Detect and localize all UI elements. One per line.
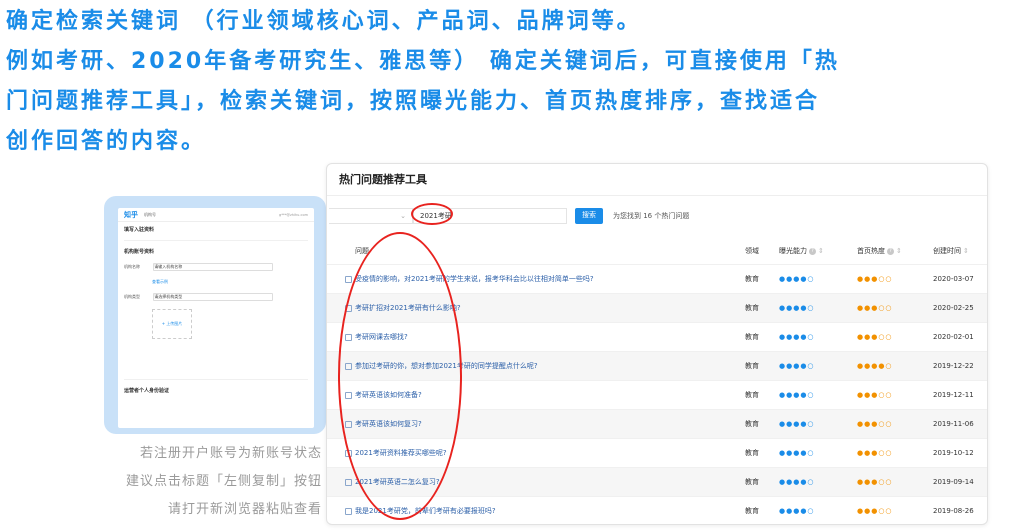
help-icon: ? — [809, 247, 816, 255]
column-heat[interactable]: 首页热度? ⇕ — [857, 240, 902, 262]
created-date: 2019-10-12 — [933, 449, 974, 457]
exposure-rating: ●●●●○ — [779, 362, 815, 370]
sort-icon: ⇕ — [818, 247, 824, 255]
intro-line: 门问题推荐工具」，检索关键词，按照曝光能力、首页热度排序，查找适合 — [6, 89, 821, 114]
domain-cell: 教育 — [745, 362, 759, 370]
heat-rating: ●●●○○ — [857, 420, 893, 428]
preview-logo: 知乎 — [124, 210, 138, 219]
created-date: 2019-12-11 — [933, 391, 974, 399]
created-date: 2019-09-14 — [933, 478, 974, 486]
search-button[interactable]: 搜索 — [575, 208, 603, 224]
preview-section: 机构账号资料 — [124, 249, 155, 255]
document-icon — [345, 507, 352, 515]
created-date: 2019-12-22 — [933, 362, 974, 370]
keyword-highlight-circle — [411, 203, 453, 225]
column-exposure[interactable]: 曝光能力? ⇕ — [779, 240, 824, 262]
created-date: 2020-02-25 — [933, 304, 974, 312]
domain-cell: 教育 — [745, 507, 759, 515]
tip-line: 若注册开户账号为新账号状态 — [139, 446, 322, 461]
preview-field-type-label: 机构类型 — [124, 294, 140, 299]
domain-cell: 教育 — [745, 420, 759, 428]
exposure-rating: ●●●●○ — [779, 420, 815, 428]
sort-icon: ⇕ — [963, 247, 969, 255]
preview-field-type-select: 请选择机构类型 — [153, 293, 274, 301]
column-domain: 领域 — [745, 247, 759, 255]
exposure-rating: ●●●●○ — [779, 333, 815, 341]
preview-field-name-input: 请输入机构名称 — [153, 263, 274, 271]
domain-select[interactable]: ⌄ — [329, 208, 413, 224]
created-date: 2020-02-01 — [933, 333, 974, 341]
tip-line: 建议点击标题「左侧复制」按钮 — [125, 474, 322, 489]
created-date: 2019-11-06 — [933, 420, 974, 428]
preview-footer: 运营者个人身份验证 — [124, 388, 170, 394]
domain-cell: 教育 — [745, 391, 759, 399]
divider — [124, 240, 308, 241]
preview-nav: 机构号 — [144, 211, 156, 217]
created-date: 2020-03-07 — [933, 275, 974, 283]
preview-field-name-label: 机构名称 — [124, 264, 140, 269]
domain-cell: 教育 — [745, 275, 759, 283]
heat-rating: ●●●○○ — [857, 333, 893, 341]
column-created[interactable]: 创建时间 ⇕ — [933, 240, 969, 262]
preview-example-link: 查看示例 — [152, 279, 168, 284]
intro-line: 确定检索关键词 （行业领域核心词、产品词、品牌词等。 — [6, 9, 642, 34]
intro-line: 例如考研、2020年备考研究生、雅思等） 确定关键词后，可直接使用「热 — [6, 49, 840, 74]
divider — [124, 379, 308, 380]
domain-cell: 教育 — [745, 333, 759, 341]
exposure-rating: ●●●●○ — [779, 391, 815, 399]
tool-title: 热门问题推荐工具 — [327, 164, 987, 196]
heat-rating: ●●●○○ — [857, 449, 893, 457]
preview-header: 知乎 机构号 g***@zhihu.com — [118, 208, 314, 222]
document-icon — [345, 275, 352, 283]
tip-line: 请打开新浏览器粘贴查看 — [167, 502, 322, 517]
sort-icon: ⇕ — [896, 247, 902, 255]
heat-rating: ●●●○○ — [857, 304, 893, 312]
question-highlight-circle — [338, 232, 462, 520]
domain-cell: 教育 — [745, 449, 759, 457]
document-icon — [345, 478, 352, 486]
exposure-rating: ●●●●○ — [779, 275, 815, 283]
preview-upload-box: + 上传图片 — [152, 309, 192, 339]
intro-line: 创作回答的内容。 — [6, 129, 207, 154]
exposure-rating: ●●●●○ — [779, 304, 815, 312]
help-icon: ? — [887, 247, 894, 255]
domain-cell: 教育 — [745, 304, 759, 312]
preview-user: g***@zhihu.com — [278, 212, 308, 217]
exposure-rating: ●●●●○ — [779, 507, 815, 515]
chevron-down-icon: ⌄ — [400, 212, 406, 220]
heat-rating: ●●●●○ — [857, 362, 893, 370]
domain-cell: 教育 — [745, 478, 759, 486]
heat-rating: ●●●○○ — [857, 275, 893, 283]
heat-rating: ●●●○○ — [857, 391, 893, 399]
intro-text: 确定检索关键词 （行业领域核心词、产品词、品牌词等。 例如考研、2020年备考研… — [6, 2, 1018, 162]
heat-rating: ●●●○○ — [857, 507, 893, 515]
preview-title: 填写入驻资料 — [124, 227, 155, 233]
heat-rating: ●●●○○ — [857, 478, 893, 486]
exposure-rating: ●●●●○ — [779, 449, 815, 457]
created-date: 2019-08-26 — [933, 507, 974, 515]
exposure-rating: ●●●●○ — [779, 478, 815, 486]
preview-card: 知乎 机构号 g***@zhihu.com 填写入驻资料 机构账号资料 机构名称… — [104, 196, 326, 434]
result-count: 为您找到 16 个热门问题 — [613, 212, 690, 220]
preview-upload-label: + 上传图片 — [161, 321, 183, 326]
preview-screenshot: 知乎 机构号 g***@zhihu.com 填写入驻资料 机构账号资料 机构名称… — [118, 208, 314, 428]
